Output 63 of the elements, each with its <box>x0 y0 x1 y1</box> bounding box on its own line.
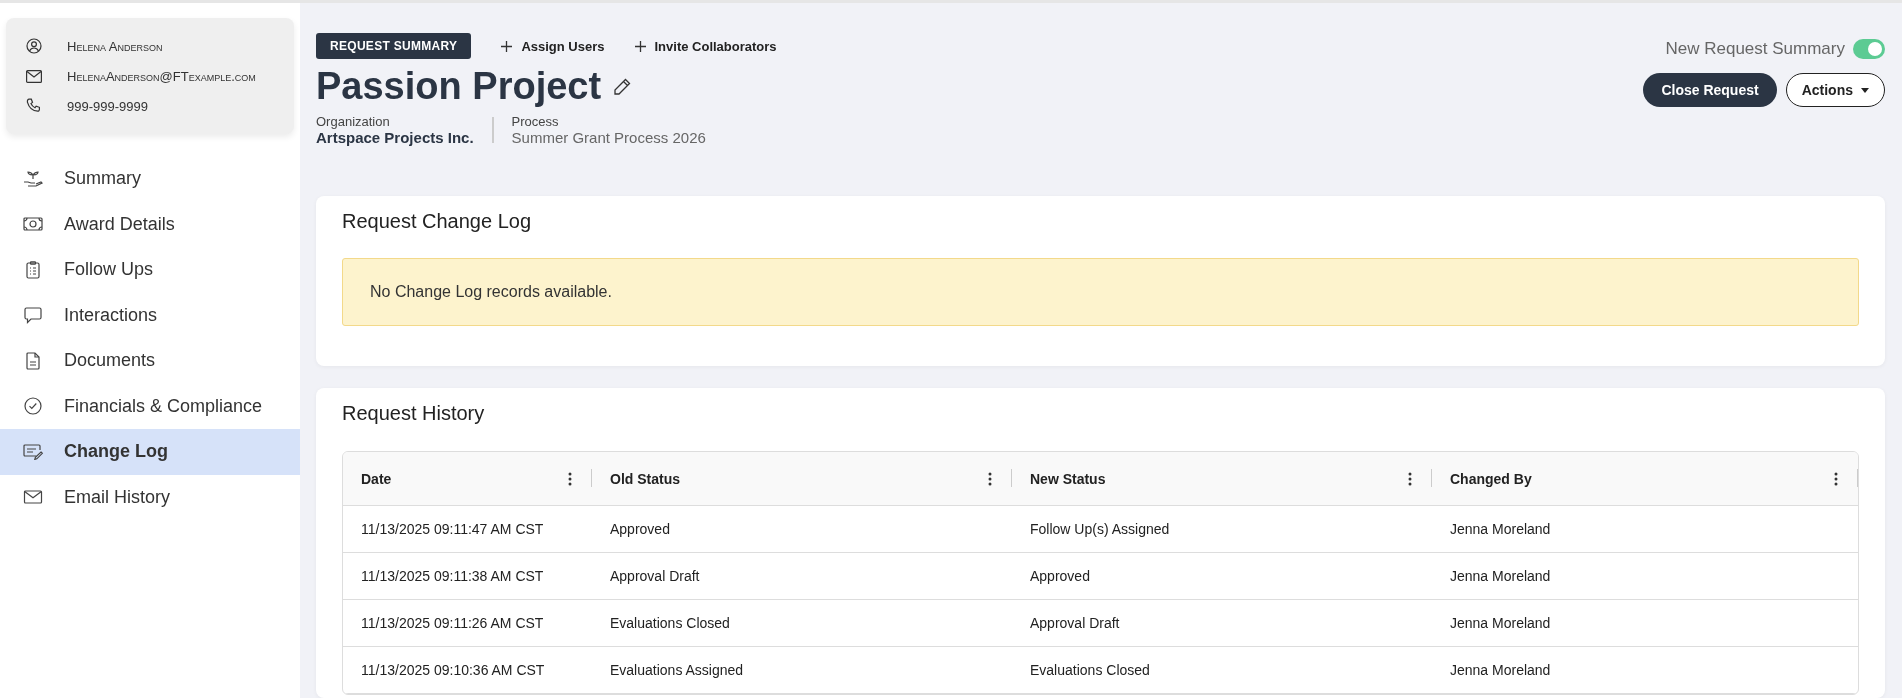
table-cell: Approval Draft <box>1030 615 1120 631</box>
pencil-icon[interactable] <box>613 77 632 96</box>
sidebar-item[interactable]: Summary <box>0 156 300 202</box>
check-circle-icon <box>22 397 44 416</box>
section-title: Request Change Log <box>342 210 533 233</box>
plus-icon <box>501 40 513 52</box>
toggle-label: New Request Summary <box>1665 39 1845 59</box>
table-cell: 11/13/2025 09:11:38 AM CST <box>361 568 544 584</box>
caret-icon <box>1861 87 1869 93</box>
table-cell: Jenna Moreland <box>1450 662 1551 678</box>
contact-email[interactable]: HelenaAnderson@FTexample.com <box>67 68 256 84</box>
table-cell: Jenna Moreland <box>1450 521 1551 537</box>
project-title: Passion Project <box>316 65 602 108</box>
kebab-menu-icon[interactable] <box>988 471 992 486</box>
empty-alert: No Change Log records available. <box>342 258 1859 326</box>
mail-icon <box>26 69 42 83</box>
sidebar-item[interactable]: Email History <box>0 474 300 520</box>
column-header[interactable]: Date <box>361 470 392 487</box>
table-cell: Evaluations Assigned <box>610 662 744 678</box>
contact-phone: 999-999-9999 <box>67 98 148 114</box>
table-cell: 11/13/2025 09:11:47 AM CST <box>361 521 544 537</box>
table-cell: 11/13/2025 09:11:26 AM CST <box>361 615 544 631</box>
sidebar-item[interactable]: Follow Ups <box>0 247 300 293</box>
process-label: Process <box>511 114 560 129</box>
sidebar-item[interactable]: Award Details <box>0 201 300 247</box>
process-name: Summer Grant Process 2026 <box>511 129 706 146</box>
kebab-menu-icon[interactable] <box>1408 471 1412 486</box>
sidebar-item[interactable]: Financials & Compliance <box>0 383 300 429</box>
close-request-button[interactable]: Close Request <box>1643 73 1777 107</box>
sidebar-item[interactable]: Change Log <box>0 429 300 475</box>
table-cell: Jenna Moreland <box>1450 615 1551 631</box>
table-cell: Evaluations Closed <box>610 615 730 631</box>
toggle-switch[interactable] <box>1853 39 1885 59</box>
speech-bubble-icon <box>22 306 44 324</box>
plant-in-hand-icon <box>22 169 44 188</box>
sidebar-item[interactable]: Documents <box>0 338 300 384</box>
column-header[interactable]: Old Status <box>610 470 680 487</box>
organization-label: Organization <box>316 114 391 129</box>
section-title: Request History <box>342 402 486 425</box>
invite-collaborators-button[interactable]: Invite Collaborators <box>634 38 777 54</box>
table-cell: Evaluations Closed <box>1030 662 1150 678</box>
organization-name: Artspace Projects Inc. <box>316 129 474 146</box>
user-icon <box>26 38 42 54</box>
sidebar-item[interactable]: Interactions <box>0 292 300 338</box>
phone-icon <box>26 98 42 114</box>
kebab-menu-icon[interactable] <box>1834 471 1838 486</box>
request-summary-badge: REQUEST SUMMARY <box>316 33 472 59</box>
mail-icon <box>22 490 44 505</box>
list-pencil-icon <box>22 443 44 460</box>
column-header[interactable]: New Status <box>1030 470 1106 487</box>
table-cell: Approval Draft <box>610 568 700 584</box>
contact-name: Helena Anderson <box>67 38 163 54</box>
assign-users-button[interactable]: Assign Users <box>501 38 605 54</box>
table-cell: 11/13/2025 09:10:36 AM CST <box>361 662 545 678</box>
table-cell: Follow Up(s) Assigned <box>1030 521 1170 537</box>
plus-icon <box>634 40 646 52</box>
table-cell: Approved <box>1030 568 1090 584</box>
table-cell: Jenna Moreland <box>1450 568 1551 584</box>
actions-button[interactable]: Actions <box>1785 73 1885 107</box>
kebab-menu-icon[interactable] <box>568 471 572 486</box>
table-cell: Approved <box>610 521 670 537</box>
banknote-icon <box>22 217 44 232</box>
column-header[interactable]: Changed By <box>1450 470 1532 487</box>
